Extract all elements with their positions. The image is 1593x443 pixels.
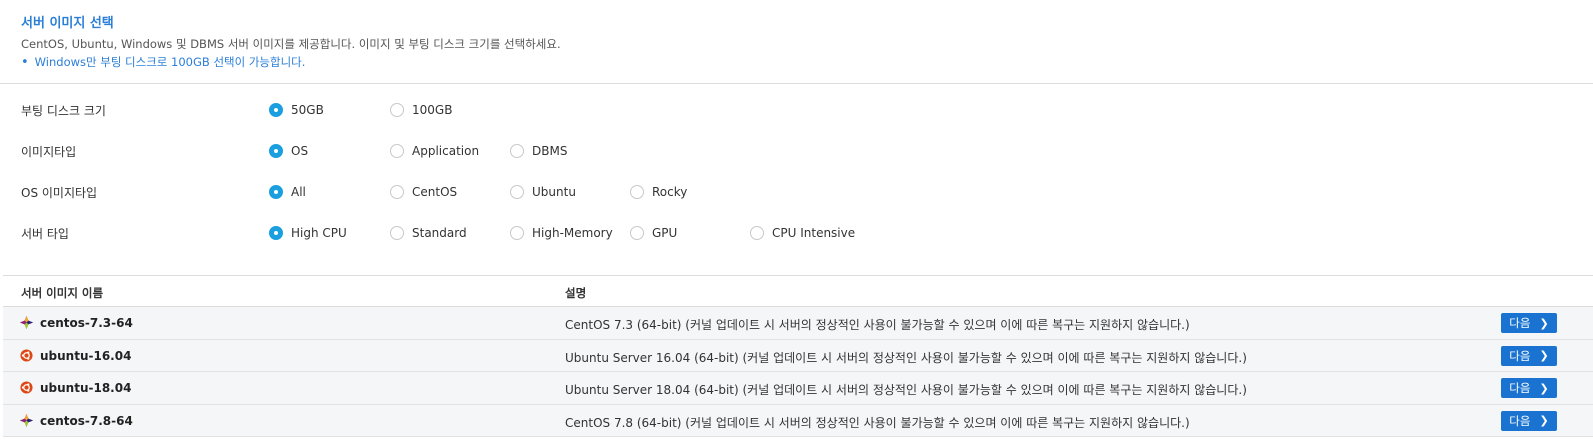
next-button-label: 다음 xyxy=(1509,348,1531,363)
server-image-table: 서버 이미지 이름 설명 centos-7.3-64 CentOS 7.3 (64… xyxy=(3,275,1593,437)
radio-os-ubuntu[interactable]: Ubuntu xyxy=(510,182,576,202)
next-button-label: 다음 xyxy=(1509,413,1531,428)
filter-panel: 부팅 디스크 크기 50GB 100GB 이미지타입 OS Applicatio… xyxy=(0,84,1593,276)
page-note: • Windows만 부팅 디스크로 100GB 선택이 가능합니다. xyxy=(21,54,305,70)
radio-unchecked-icon[interactable] xyxy=(390,144,404,158)
radio-server-gpu[interactable]: GPU xyxy=(630,223,677,243)
radio-image-type-os[interactable]: OS xyxy=(269,141,308,161)
radio-checked-icon[interactable] xyxy=(269,226,283,240)
next-button[interactable]: 다음 ❯ xyxy=(1501,345,1557,366)
table-row[interactable]: centos-7.3-64 CentOS 7.3 (64-bit) (커널 업데이… xyxy=(3,307,1593,340)
next-button[interactable]: 다음 ❯ xyxy=(1501,378,1557,398)
radio-unchecked-icon[interactable] xyxy=(510,144,524,158)
image-description: CentOS 7.8 (64-bit) (커널 업데이트 시 서버의 정상적인 … xyxy=(565,415,1190,430)
image-description: CentOS 7.3 (64-bit) (커널 업데이트 시 서버의 정상적인 … xyxy=(565,318,1190,332)
radio-server-high-memory[interactable]: High-Memory xyxy=(510,223,613,243)
table-row[interactable]: ubuntu-18.04 Ubuntu Server 18.04 (64-bit)… xyxy=(3,372,1593,405)
column-header-name: 서버 이미지 이름 xyxy=(21,286,104,300)
next-button-label: 다음 xyxy=(1509,381,1531,395)
filter-row-server-type: 서버 타입 High CPU Standard High-Memory GPU … xyxy=(0,221,1593,245)
radio-image-type-application[interactable]: Application xyxy=(390,141,479,161)
note-text: Windows만 부팅 디스크로 100GB 선택이 가능합니다. xyxy=(34,55,306,69)
radio-os-centos[interactable]: CentOS xyxy=(390,182,457,202)
page-header: 서버 이미지 선택 CentOS, Ubuntu, Windows 및 DBMS… xyxy=(0,0,1593,84)
centos-icon xyxy=(20,316,33,329)
filter-row-boot-disk: 부팅 디스크 크기 50GB 100GB xyxy=(0,98,1593,122)
radio-unchecked-icon[interactable] xyxy=(750,226,764,240)
radio-checked-icon[interactable] xyxy=(269,144,283,158)
column-header-description: 설명 xyxy=(565,286,587,300)
bullet-icon: • xyxy=(21,55,29,70)
table-row[interactable]: centos-7.8-64 CentOS 7.8 (64-bit) (커널 업데이… xyxy=(3,404,1593,437)
radio-unchecked-icon[interactable] xyxy=(630,185,644,199)
next-button[interactable]: 다음 ❯ xyxy=(1501,313,1557,333)
filter-label-image-type: 이미지타입 xyxy=(21,145,77,159)
next-button-label: 다음 xyxy=(1509,316,1531,330)
radio-image-type-dbms[interactable]: DBMS xyxy=(510,141,567,161)
image-description: Ubuntu Server 16.04 (64-bit) (커널 업데이트 시 … xyxy=(565,350,1247,365)
table-header: 서버 이미지 이름 설명 xyxy=(3,276,1593,307)
radio-checked-icon[interactable] xyxy=(269,103,283,117)
radio-boot-disk-100gb[interactable]: 100GB xyxy=(390,100,452,120)
filter-label-server-type: 서버 타입 xyxy=(21,227,69,241)
radio-os-all[interactable]: All xyxy=(269,182,306,202)
radio-os-rocky[interactable]: Rocky xyxy=(630,182,687,202)
filter-label-boot-disk: 부팅 디스크 크기 xyxy=(21,104,106,118)
radio-checked-icon[interactable] xyxy=(269,185,283,199)
image-name: centos-7.8-64 xyxy=(40,413,133,428)
image-name: ubuntu-16.04 xyxy=(40,348,132,363)
radio-server-cpu-intensive[interactable]: CPU Intensive xyxy=(750,223,855,243)
chevron-right-icon: ❯ xyxy=(1539,381,1549,395)
chevron-right-icon: ❯ xyxy=(1539,414,1549,427)
radio-unchecked-icon[interactable] xyxy=(510,185,524,199)
image-name: ubuntu-18.04 xyxy=(40,381,132,395)
radio-server-high-cpu[interactable]: High CPU xyxy=(269,223,347,243)
filter-row-os-image-type: OS 이미지타입 All CentOS Ubuntu Rocky xyxy=(0,180,1593,204)
radio-unchecked-icon[interactable] xyxy=(510,226,524,240)
filter-row-image-type: 이미지타입 OS Application DBMS xyxy=(0,139,1593,163)
chevron-right-icon: ❯ xyxy=(1539,316,1549,330)
radio-unchecked-icon[interactable] xyxy=(390,103,404,117)
radio-unchecked-icon[interactable] xyxy=(390,185,404,199)
radio-server-standard[interactable]: Standard xyxy=(390,223,467,243)
table-row[interactable]: ubuntu-16.04 Ubuntu Server 16.04 (64-bit)… xyxy=(3,339,1593,372)
ubuntu-icon xyxy=(20,348,33,362)
image-name: centos-7.3-64 xyxy=(40,316,133,330)
chevron-right-icon: ❯ xyxy=(1539,349,1549,362)
radio-unchecked-icon[interactable] xyxy=(630,226,644,240)
ubuntu-icon xyxy=(20,381,33,394)
radio-boot-disk-50gb[interactable]: 50GB xyxy=(269,100,324,120)
radio-unchecked-icon[interactable] xyxy=(390,226,404,240)
next-button[interactable]: 다음 ❯ xyxy=(1501,410,1557,431)
image-description: Ubuntu Server 18.04 (64-bit) (커널 업데이트 시 … xyxy=(565,383,1247,397)
filter-label-os-image-type: OS 이미지타입 xyxy=(21,186,98,200)
centos-icon xyxy=(20,413,33,427)
page-title: 서버 이미지 선택 xyxy=(21,16,114,31)
page-description: CentOS, Ubuntu, Windows 및 DBMS 서버 이미지를 제… xyxy=(21,37,561,51)
